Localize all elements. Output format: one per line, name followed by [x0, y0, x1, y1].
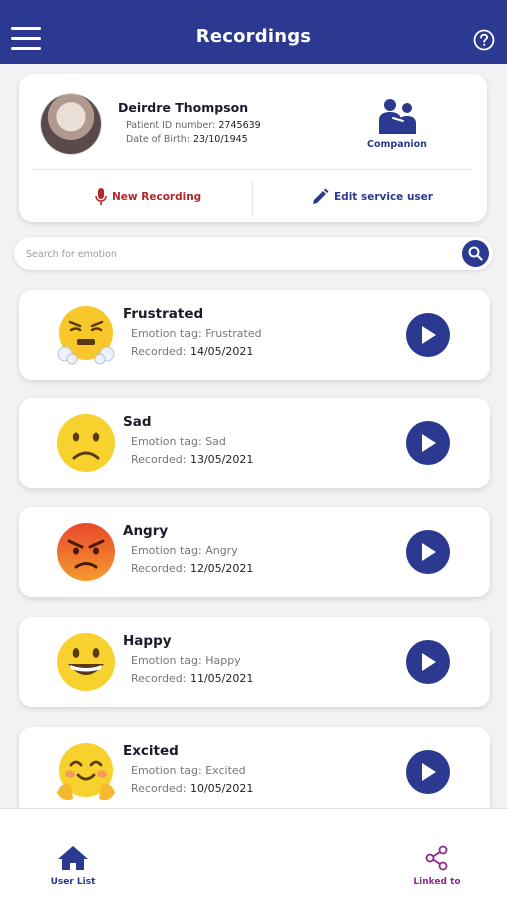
companion-label: Companion	[367, 139, 427, 150]
search-button[interactable]	[462, 240, 489, 267]
play-button[interactable]	[406, 421, 450, 465]
nav-linked-to[interactable]: Linked to	[407, 845, 467, 887]
recording-card[interactable]: Angry Emotion tag: Angry Recorded: 12/05…	[19, 507, 490, 597]
divider	[252, 180, 253, 216]
patient-id-label: Patient ID number:	[126, 120, 216, 131]
avatar	[41, 94, 101, 154]
angry-emoji-icon	[57, 523, 115, 581]
play-button[interactable]	[406, 750, 450, 794]
play-icon	[422, 326, 436, 344]
recording-card[interactable]: Happy Emotion tag: Happy Recorded: 11/05…	[19, 617, 490, 707]
play-icon	[422, 763, 436, 781]
emotion-tag: Emotion tag: Excited	[131, 764, 246, 777]
recording-card[interactable]: Frustrated Emotion tag: Frustrated Recor…	[19, 290, 490, 380]
emotion-tag: Emotion tag: Angry	[131, 544, 238, 557]
edit-service-user-button[interactable]: Edit service user	[311, 188, 433, 206]
recording-title: Sad	[123, 414, 152, 430]
play-icon	[422, 653, 436, 671]
recording-card[interactable]: Sad Emotion tag: Sad Recorded: 13/05/202…	[19, 398, 490, 488]
patient-dob: Date of Birth: 23/10/1945	[126, 134, 248, 145]
emotion-tag: Emotion tag: Frustrated	[131, 327, 262, 340]
patient-dob-label: Date of Birth:	[126, 134, 190, 145]
edit-service-user-label: Edit service user	[334, 191, 433, 203]
pencil-icon	[313, 188, 329, 204]
patient-id-value: 2745639	[218, 120, 261, 131]
patient-name: Deirdre Thompson	[118, 100, 249, 115]
app-header: Recordings	[0, 0, 507, 64]
emotion-tag: Emotion tag: Happy	[131, 654, 241, 667]
help-icon[interactable]	[473, 29, 495, 51]
search-icon	[468, 246, 483, 261]
recording-title: Excited	[123, 743, 179, 759]
play-button[interactable]	[406, 313, 450, 357]
recorded-date: Recorded: 12/05/2021	[131, 562, 254, 575]
patient-profile-card: Deirdre Thompson Patient ID number: 2745…	[19, 74, 487, 222]
share-icon	[425, 845, 448, 871]
happy-emoji-icon	[57, 633, 115, 691]
companion-badge: Companion	[362, 98, 432, 150]
recording-card[interactable]: Excited Emotion tag: Excited Recorded: 1…	[19, 727, 490, 817]
patient-id: Patient ID number: 2745639	[126, 120, 261, 131]
excited-emoji-icon	[57, 743, 115, 801]
play-icon	[422, 543, 436, 561]
play-icon	[422, 434, 436, 452]
nav-user-list[interactable]: User List	[46, 845, 100, 887]
play-button[interactable]	[406, 640, 450, 684]
recorded-date: Recorded: 10/05/2021	[131, 782, 254, 795]
bottom-navigation: User List Linked to	[0, 808, 507, 901]
search-input[interactable]	[24, 244, 448, 264]
frustrated-emoji-icon	[57, 306, 115, 365]
recording-title: Happy	[123, 633, 172, 649]
divider	[33, 169, 473, 170]
recording-title: Frustrated	[123, 306, 204, 322]
recorded-date: Recorded: 11/05/2021	[131, 672, 254, 685]
recording-title: Angry	[123, 523, 169, 539]
recorded-date: Recorded: 13/05/2021	[131, 453, 254, 466]
nav-linked-to-label: Linked to	[413, 877, 461, 887]
nav-user-list-label: User List	[50, 877, 96, 887]
companion-icon	[379, 99, 416, 134]
patient-dob-value: 23/10/1945	[192, 134, 248, 145]
sad-emoji-icon	[57, 414, 115, 472]
new-recording-button[interactable]: New Recording	[95, 188, 201, 206]
play-button[interactable]	[406, 530, 450, 574]
search-bar	[14, 237, 493, 270]
page-title: Recordings	[195, 26, 312, 47]
microphone-icon	[95, 188, 107, 205]
emotion-tag: Emotion tag: Sad	[131, 435, 226, 448]
new-recording-label: New Recording	[112, 191, 202, 203]
home-icon	[58, 846, 88, 870]
recorded-date: Recorded: 14/05/2021	[131, 345, 254, 358]
